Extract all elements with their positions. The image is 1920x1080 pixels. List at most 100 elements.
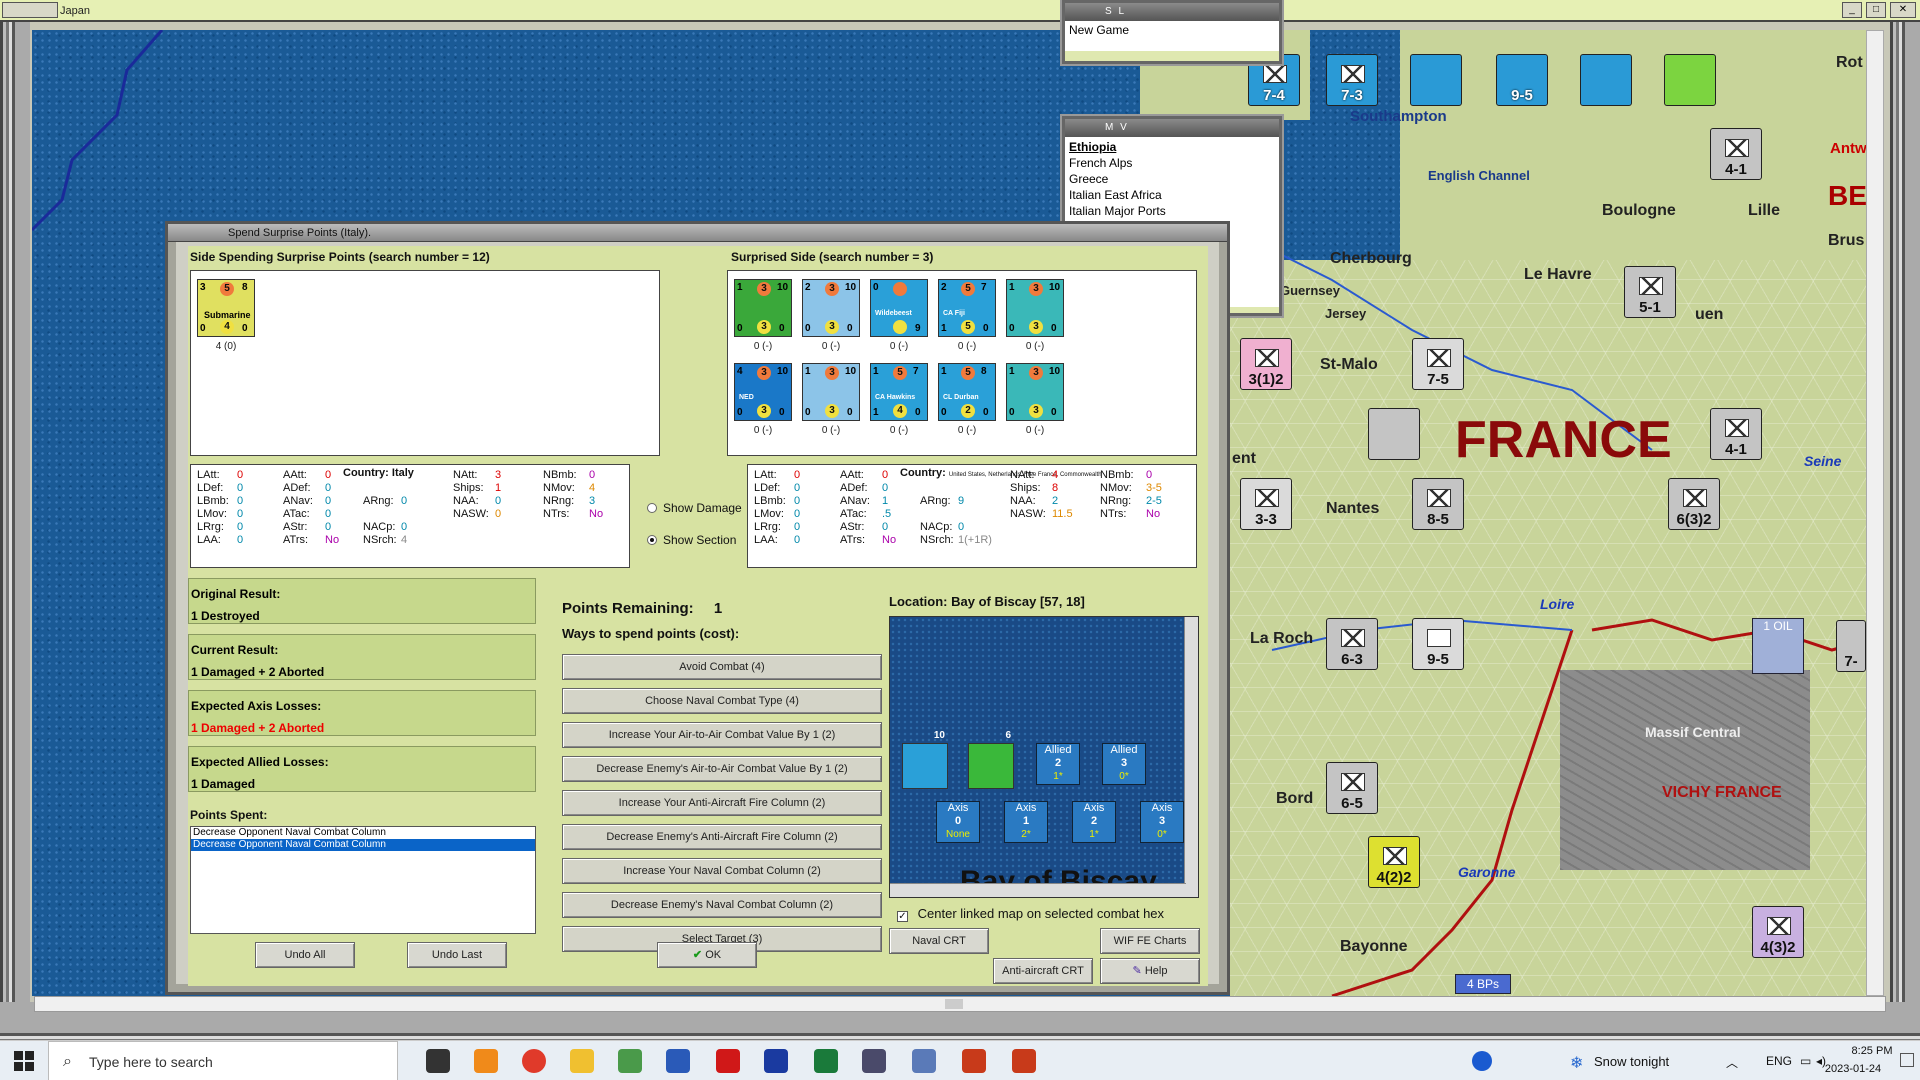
help-button[interactable]: ✎ Help: [1100, 958, 1200, 984]
steam-icon[interactable]: [426, 1049, 450, 1073]
undo-last-button[interactable]: Undo Last: [407, 942, 507, 968]
system-menu-icon[interactable]: [2, 2, 58, 18]
map-counter[interactable]: 7-3: [1326, 54, 1378, 106]
spend-option-button[interactable]: Decrease Enemy's Air-to-Air Combat Value…: [562, 756, 882, 782]
start-icon[interactable]: [14, 1051, 34, 1071]
bp-marker[interactable]: 4 BPs: [1455, 974, 1511, 994]
spend-option-button[interactable]: Decrease Enemy's Anti-Aircraft Fire Colu…: [562, 824, 882, 850]
map-horizontal-scrollbar[interactable]: [34, 996, 1886, 1012]
mv-item[interactable]: Greece: [1069, 171, 1275, 187]
undo-all-button[interactable]: Undo All: [255, 942, 355, 968]
map-counter[interactable]: 7-: [1836, 620, 1866, 672]
axis-combat-box[interactable]: Axis 2 1*: [1072, 801, 1116, 843]
spend-option-button[interactable]: Avoid Combat (4): [562, 654, 882, 680]
map-counter[interactable]: 3-3: [1240, 478, 1292, 530]
chrome-icon[interactable]: [522, 1049, 546, 1073]
mv-item[interactable]: Italian East Africa: [1069, 187, 1275, 203]
calculator-icon[interactable]: [862, 1049, 886, 1073]
show-damage-radio[interactable]: Show Damage: [647, 501, 742, 515]
surprised-unit[interactable]: 0 Wildebeest 9: [870, 279, 928, 337]
clock-date[interactable]: 2023-01-24: [1810, 1063, 1896, 1075]
language-indicator[interactable]: ENG: [1766, 1054, 1792, 1068]
location-map[interactable]: 10 6 Allied 2 1* Allied 3 0* Axis 0 None Axis 1 2*…: [889, 616, 1199, 898]
ok-button[interactable]: ✔ OK: [657, 942, 757, 968]
location-hscroll[interactable]: [890, 883, 1186, 897]
help-tray-icon[interactable]: [1472, 1051, 1492, 1071]
surprised-unit[interactable]: 1 3 10 0 3 0: [734, 279, 792, 337]
mv-item[interactable]: French Alps: [1069, 155, 1275, 171]
axis-combat-box[interactable]: Axis 3 0*: [1140, 801, 1184, 843]
hscroll-thumb[interactable]: [945, 999, 963, 1009]
map-counter[interactable]: 4-1: [1710, 408, 1762, 460]
notification-icon[interactable]: [1900, 1053, 1914, 1067]
center-linked-checkbox[interactable]: ✓ Center linked map on selected combat h…: [897, 906, 1164, 922]
map-counter[interactable]: 4(2)2: [1368, 836, 1420, 888]
surprised-unit[interactable]: 1 3 10 0 3 0: [1006, 279, 1064, 337]
allied-combat-box[interactable]: Allied 2 1*: [1036, 743, 1080, 785]
loc-unit-wildebeest[interactable]: 10: [902, 730, 948, 789]
netflix-icon[interactable]: [716, 1049, 740, 1073]
map-counter[interactable]: 6-5: [1326, 762, 1378, 814]
loc-unit-tbf1[interactable]: 6: [968, 730, 1014, 789]
spend-option-button[interactable]: Choose Naval Combat Type (4): [562, 688, 882, 714]
map-counter[interactable]: 8-5: [1412, 478, 1464, 530]
wif-game-icon[interactable]: [962, 1049, 986, 1073]
map-counter[interactable]: [1368, 408, 1420, 460]
mv-item[interactable]: Ethiopia: [1069, 139, 1275, 155]
explorer-icon[interactable]: [570, 1049, 594, 1073]
map-counter[interactable]: 9-5: [1496, 54, 1548, 106]
spend-option-button[interactable]: Increase Your Anti-Aircraft Fire Column …: [562, 790, 882, 816]
oil-marker[interactable]: 1 OIL: [1752, 618, 1804, 674]
sl-window[interactable]: S L New Game: [1062, 0, 1282, 64]
maximize-icon[interactable]: □: [1866, 2, 1886, 18]
points-spent-item[interactable]: Decrease Opponent Naval Combat Column: [191, 839, 535, 851]
disney-icon[interactable]: [764, 1049, 788, 1073]
surprised-unit[interactable]: 4 3 10 NED 0 3 0: [734, 363, 792, 421]
wif-game-icon-2[interactable]: [1012, 1049, 1036, 1073]
map-counter[interactable]: 4(3)2: [1752, 906, 1804, 958]
spend-option-button[interactable]: Increase Your Naval Combat Column (2): [562, 858, 882, 884]
aa-crt-button[interactable]: Anti-aircraft CRT: [993, 958, 1093, 984]
clock-time[interactable]: 8:25 PM: [1842, 1045, 1902, 1057]
excel-icon[interactable]: [814, 1049, 838, 1073]
allied-combat-box[interactable]: Allied 3 0*: [1102, 743, 1146, 785]
taskbar-search-input[interactable]: ⌕ Type here to search: [48, 1041, 398, 1080]
map-counter[interactable]: 4-1: [1710, 128, 1762, 180]
points-spent-item[interactable]: Decrease Opponent Naval Combat Column: [191, 827, 535, 839]
mv-item[interactable]: Italian Major Ports: [1069, 203, 1275, 219]
map-counter[interactable]: 5-1: [1624, 266, 1676, 318]
surprised-unit[interactable]: 1 5 7 CA Hawkins 1 4 0: [870, 363, 928, 421]
map-counter[interactable]: [1410, 54, 1462, 106]
submarine-unit[interactable]: 3 5 8 Submarine 0 4 0: [197, 279, 255, 337]
chevron-up-icon[interactable]: ︿: [1726, 1054, 1738, 1071]
spend-option-button[interactable]: Decrease Enemy's Naval Combat Column (2): [562, 892, 882, 918]
sl-item-new-game[interactable]: New Game: [1069, 23, 1275, 37]
location-vscroll[interactable]: [1184, 617, 1198, 897]
surprised-unit[interactable]: 1 3 10 0 3 0: [1006, 363, 1064, 421]
word-icon[interactable]: [666, 1049, 690, 1073]
close-icon[interactable]: ✕: [1890, 2, 1916, 18]
vlc-icon[interactable]: [474, 1049, 498, 1073]
minimize-icon[interactable]: _: [1842, 2, 1862, 18]
map-counter[interactable]: 3(1)2: [1240, 338, 1292, 390]
surprised-unit[interactable]: 2 5 7 CA Fiji 1 5 0: [938, 279, 996, 337]
map-counter[interactable]: 6(3)2: [1668, 478, 1720, 530]
map-counter[interactable]: 6-3: [1326, 618, 1378, 670]
points-spent-list[interactable]: Decrease Opponent Naval Combat Column De…: [190, 826, 536, 934]
spend-option-button[interactable]: Increase Your Air-to-Air Combat Value By…: [562, 722, 882, 748]
surprised-unit[interactable]: 1 3 10 0 3 0: [802, 363, 860, 421]
map-counter[interactable]: [1580, 54, 1632, 106]
map-counter[interactable]: [1664, 54, 1716, 106]
wif-charts-button[interactable]: WIF FE Charts: [1100, 928, 1200, 954]
surprised-unit[interactable]: 1 5 8 CL Durban 0 2 0: [938, 363, 996, 421]
show-section-radio[interactable]: Show Section: [647, 533, 736, 547]
axis-combat-box[interactable]: Axis 0 None: [936, 801, 980, 843]
app-icon[interactable]: [912, 1049, 936, 1073]
axis-combat-box[interactable]: Axis 1 2*: [1004, 801, 1048, 843]
map-counter[interactable]: 9-5: [1412, 618, 1464, 670]
notepad-icon[interactable]: [618, 1049, 642, 1073]
map-vertical-scrollbar[interactable]: [1866, 30, 1884, 996]
surprised-unit[interactable]: 2 3 10 0 3 0: [802, 279, 860, 337]
naval-crt-button[interactable]: Naval CRT: [889, 928, 989, 954]
weather-text[interactable]: Snow tonight: [1594, 1054, 1669, 1069]
